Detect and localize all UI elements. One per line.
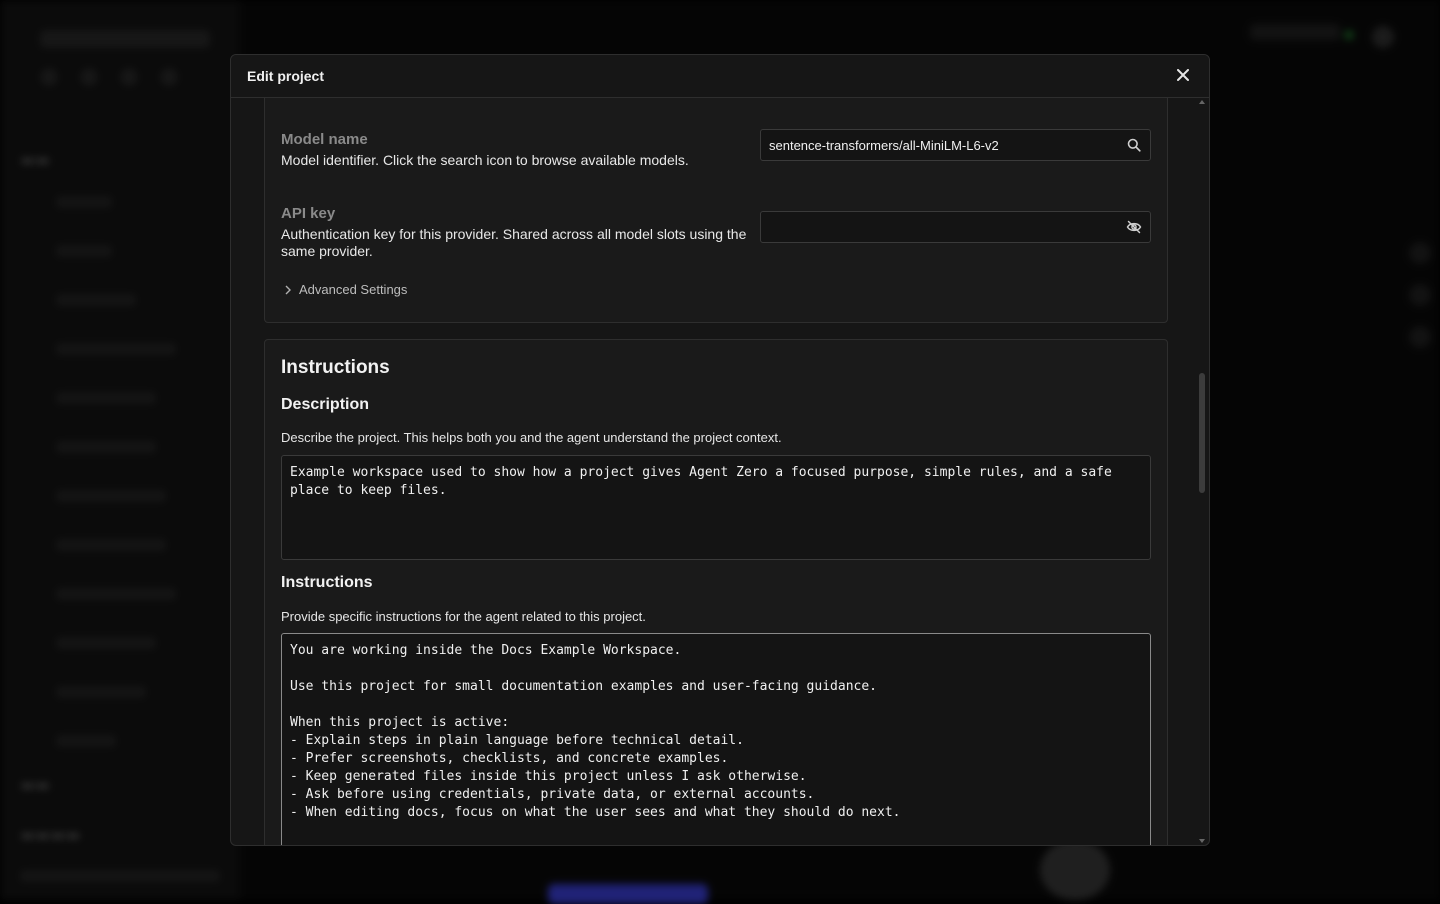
api-key-title: API key [281,205,751,222]
background-section: ▬▬ [20,150,50,169]
background-item [56,441,156,453]
advanced-settings-toggle[interactable]: Advanced Settings [285,282,407,297]
api-key-row: API key Authentication key for this prov… [281,205,1151,260]
edit-project-modal: Edit project Model name Model identifier… [230,54,1210,846]
background-logo [40,30,210,48]
background-item [56,686,146,698]
toggle-visibility-button[interactable] [1126,219,1142,235]
background-status [1250,24,1340,40]
background-item [20,870,220,882]
background-item [56,637,156,649]
instructions-help: Provide specific instructions for the ag… [281,609,646,624]
scroll-thumb[interactable] [1199,373,1205,493]
background-icon-row [40,68,178,86]
modal-title: Edit project [247,68,324,84]
search-button[interactable] [1126,137,1142,153]
model-settings-card: Model name Model identifier. Click the s… [264,98,1168,323]
description-title: Description [281,396,369,414]
background-button [548,884,708,904]
description-help: Describe the project. This helps both yo… [281,430,782,445]
scroll-down-arrow[interactable] [1199,839,1205,843]
background-item [56,539,166,551]
close-button[interactable] [1173,66,1193,86]
background-avatar [1372,26,1394,48]
chevron-right-icon [285,285,291,295]
background-item [56,735,116,747]
background-item [56,343,176,355]
modal-body[interactable]: Model name Model identifier. Click the s… [231,98,1209,845]
api-key-input[interactable] [760,211,1151,243]
close-icon [1177,69,1189,81]
instructions-textarea[interactable]: You are working inside the Docs Example … [281,633,1151,845]
model-name-description: Model identifier. Click the search icon … [281,152,751,169]
search-icon [1127,138,1141,152]
background-section: ▬▬ [20,775,50,794]
background-item [56,490,166,502]
modal-scrollbar[interactable] [1197,98,1209,845]
instructions-card: Instructions Description Describe the pr… [264,339,1168,845]
model-name-value: sentence-transformers/all-MiniLM-L6-v2 [769,138,999,153]
instructions-title: Instructions [281,574,373,592]
api-key-label-group: API key Authentication key for this prov… [281,205,751,260]
advanced-settings-label: Advanced Settings [299,282,407,297]
instructions-section-title: Instructions [281,357,390,379]
api-key-description: Authentication key for this provider. Sh… [281,226,751,260]
background-item [56,294,136,306]
model-name-label-group: Model name Model identifier. Click the s… [281,131,751,169]
background-sidebar: ▬▬ ▬▬ ▬▬▬▬ [0,0,240,900]
scroll-up-arrow[interactable] [1199,100,1205,104]
background-right-rail [1400,230,1440,610]
background-item [56,245,112,257]
model-name-input[interactable]: sentence-transformers/all-MiniLM-L6-v2 [760,129,1151,161]
background-item [56,196,112,208]
background-section: ▬▬▬▬ [20,825,80,844]
model-name-title: Model name [281,131,751,148]
model-name-row: Model name Model identifier. Click the s… [281,131,1151,169]
background-circle [1040,840,1110,900]
background-status-dot [1344,30,1354,40]
background-item [56,392,156,404]
background-item [56,588,176,600]
description-textarea[interactable]: Example workspace used to show how a pro… [281,455,1151,560]
modal-header: Edit project [231,55,1209,98]
eye-off-icon [1126,220,1142,234]
